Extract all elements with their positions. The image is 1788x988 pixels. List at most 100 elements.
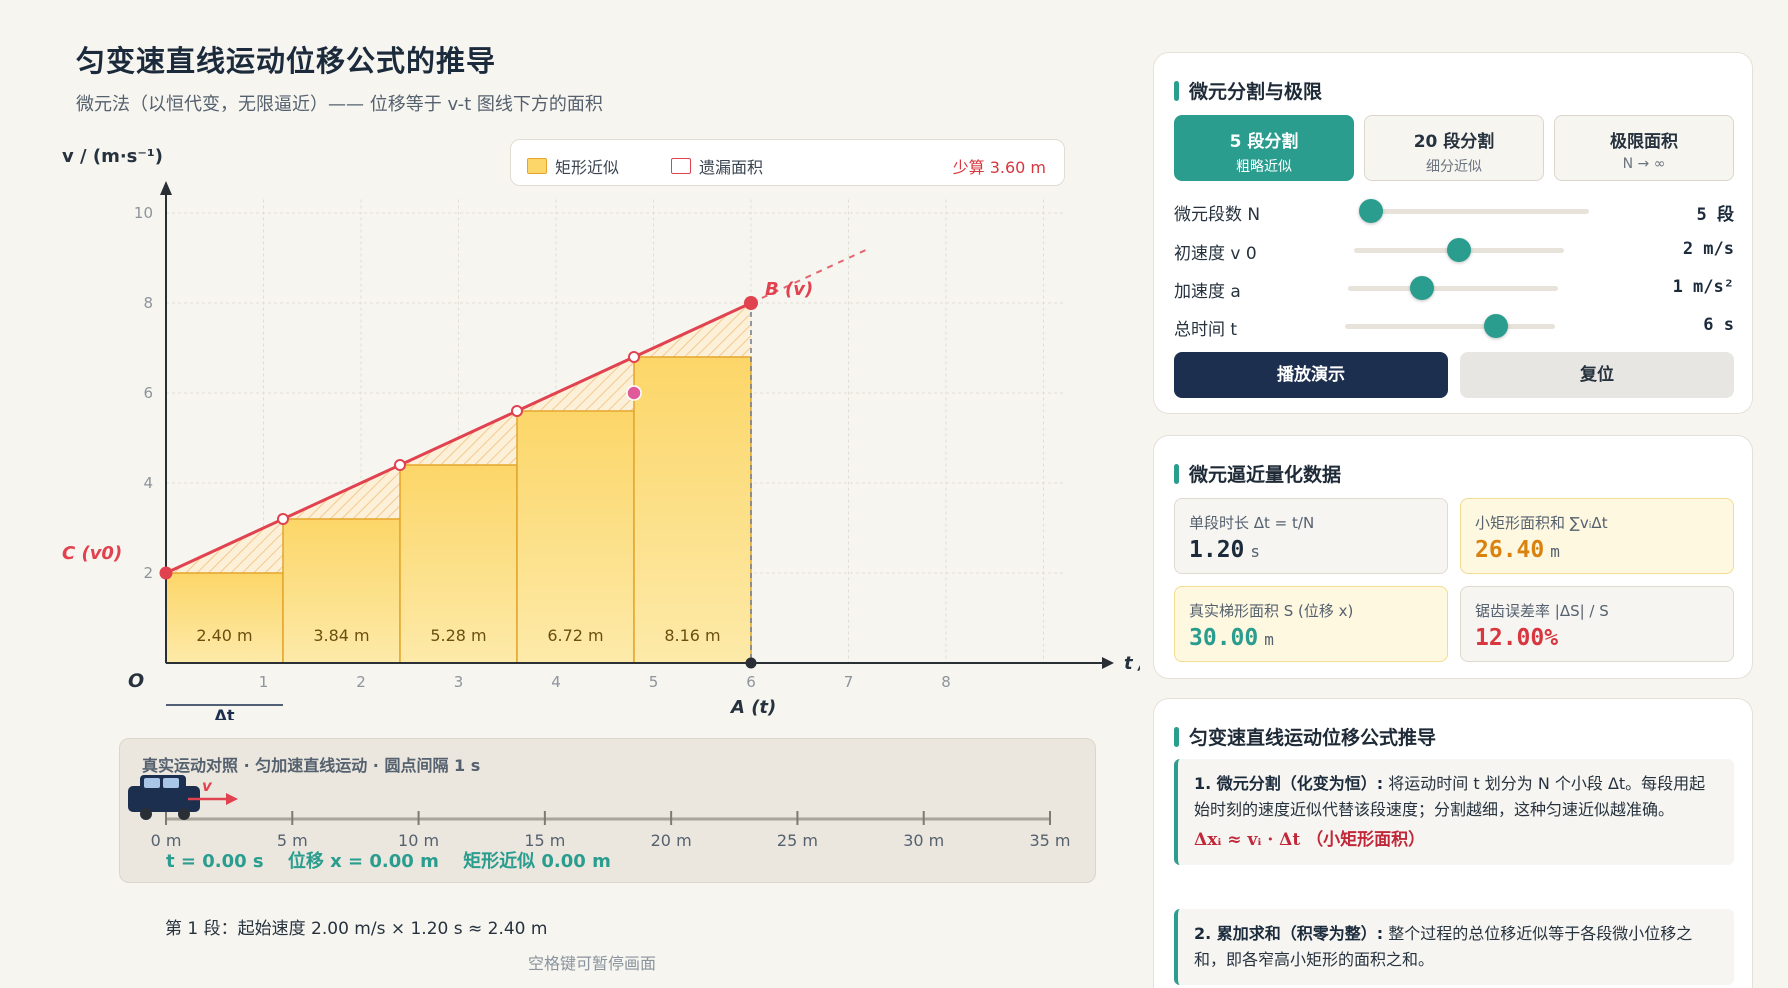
stat-dt-label: 单段时长 Δt = t/N [1189, 514, 1315, 532]
mode-button-limit-label: 极限面积 [1610, 132, 1678, 152]
mode-button-5[interactable]: 5 段分割 粗略近似 [1174, 115, 1354, 181]
controls-title-text: 微元分割与极限 [1189, 81, 1323, 103]
y-tick-label: 8 [143, 294, 153, 312]
line-sample-point [511, 405, 523, 417]
track-tick-label: 20 m [651, 831, 692, 850]
current-step-text: 第 1 段：起始速度 2.00 m/s × 1.20 s ≈ 2.40 m [165, 919, 548, 939]
rect-area-label: 8.16 m [664, 626, 720, 645]
track-stat-displacement: 位移 x = 0.00 m [287, 851, 439, 872]
title-accent-bar [1174, 463, 1179, 484]
stat-sum-value-wrap: 26.40 m [1475, 537, 1560, 563]
slider-t-label: 总时间 t [1174, 320, 1238, 340]
slider-row-a: 加速度 a 1 m/s² [1174, 273, 1734, 303]
derivation-card: 匀变速直线运动位移公式推导 1. 微元分割（化变为恒）: 将运动时间 t 划分为… [1153, 698, 1753, 988]
page-title: 匀变速直线运动位移公式的推导 [76, 44, 497, 78]
legend-item-missing: 遗漏面积 [671, 154, 763, 178]
point-a [745, 657, 757, 669]
controls-title: 微元分割与极限 [1174, 77, 1322, 104]
car-wheel [140, 808, 152, 820]
point-b [744, 296, 758, 310]
slider-row-n: 微元段数 N 5 段 [1174, 196, 1734, 226]
mode-button-20[interactable]: 20 段分割 细分近似 [1364, 115, 1544, 181]
stat-sum-label: 小矩形面积和 ∑vᵢΔt [1475, 514, 1608, 532]
page-subtitle: 微元法（以恒代变，无限逼近）—— 位移等于 v-t 图线下方的面积 [76, 94, 603, 115]
stat-true-area-value: 30.00 [1189, 625, 1259, 651]
slider-v0-knob[interactable] [1447, 238, 1471, 262]
dt-label: Δt [214, 706, 234, 720]
stat-sum-value: 26.40 [1475, 537, 1545, 563]
slider-t-value: 6 s [1703, 315, 1734, 335]
slider-a-track[interactable] [1348, 286, 1558, 291]
reset-button[interactable]: 复位 [1460, 352, 1734, 398]
car-wheel [178, 808, 190, 820]
derivation-step-2-head: 2. 累加求和（积零为整）: [1194, 924, 1384, 943]
mode-button-limit[interactable]: 极限面积 N → ∞ [1554, 115, 1734, 181]
y-tick-label: 10 [134, 204, 153, 222]
x-tick-label: 4 [551, 673, 561, 691]
stat-sum-unit: m [1550, 542, 1560, 561]
x-axis-arrow [1102, 657, 1114, 669]
point-c [159, 566, 173, 580]
mode-button-5-label: 5 段分割 [1229, 132, 1299, 152]
slider-v0-label: 初速度 v 0 [1174, 244, 1257, 264]
moving-point [626, 385, 642, 401]
origin-label: O [128, 670, 144, 692]
legend-missing-value: 少算 3.60 m [952, 158, 1046, 177]
track-tick-label: 35 m [1029, 831, 1070, 850]
rect-area-label: 5.28 m [430, 626, 486, 645]
derivation-title-text: 匀变速直线运动位移公式推导 [1189, 727, 1437, 749]
slider-a-knob[interactable] [1409, 276, 1434, 300]
slider-a-label: 加速度 a [1174, 282, 1241, 302]
approx-rect [165, 572, 284, 664]
stat-true-area-label: 真实梯形面积 S (位移 x) [1189, 602, 1354, 620]
velocity-label: v [202, 777, 213, 795]
mode-button-20-label: 20 段分割 [1413, 132, 1495, 152]
y-tick-label: 4 [143, 474, 153, 492]
slider-row-v0: 初速度 v 0 2 m/s [1174, 235, 1734, 265]
legend-label-rect: 矩形近似 [555, 158, 620, 177]
derivation-step-2: 2. 累加求和（积零为整）: 整个过程的总位移近似等于各段微小位移之和，即各窄高… [1174, 909, 1734, 985]
stat-dt: 单段时长 Δt = t/N 1.20 s [1174, 498, 1448, 574]
slider-t-knob[interactable] [1484, 314, 1509, 338]
slider-n-track[interactable] [1371, 209, 1589, 214]
stat-true-area: 真实梯形面积 S (位移 x) 30.00 m [1174, 586, 1448, 662]
stat-dt-unit: s [1250, 542, 1261, 561]
line-sample-point [277, 513, 289, 525]
x-tick-label: 3 [454, 673, 464, 691]
track-tick-label: 25 m [777, 831, 818, 850]
stat-error-label: 锯齿误差率 |ΔS| / S [1475, 602, 1609, 620]
mode-button-limit-sub: N → ∞ [1622, 156, 1666, 172]
stats-title-text: 微元逼近量化数据 [1189, 464, 1342, 486]
velocity-arrow-head [226, 793, 238, 805]
slider-n-label: 微元段数 N [1174, 205, 1261, 225]
legend-swatch-rect [527, 158, 547, 174]
car-window [163, 778, 179, 788]
stat-dt-value-wrap: 1.20 s [1189, 537, 1260, 563]
slider-t-track[interactable] [1345, 324, 1555, 329]
line-sample-point [628, 351, 640, 363]
car-window [144, 778, 160, 788]
stat-error: 锯齿误差率 |ΔS| / S 12.00% [1460, 586, 1734, 662]
x-tick-label: 2 [356, 673, 366, 691]
stat-dt-value: 1.20 [1189, 537, 1245, 563]
keyboard-hint: 空格键可暂停画面 [528, 954, 657, 973]
line-sample-point [394, 459, 406, 471]
y-tick-label: 2 [143, 564, 153, 582]
stat-error-value: 12.00% [1475, 625, 1559, 651]
derivation-title: 匀变速直线运动位移公式推导 [1174, 723, 1436, 750]
y-axis-arrow [160, 181, 172, 195]
vt-chart: 2.40 m 3.84 m 5.28 m 6.72 m 8.16 m 1 2 3 4 5 6 7 8 2… [62, 146, 1140, 720]
x-tick-label: 1 [259, 673, 269, 691]
controls-card: 微元分割与极限 5 段分割 粗略近似 20 段分割 细分近似 极限面积 N → … [1153, 52, 1753, 414]
chart-legend: 矩形近似 遗漏面积 少算 3.60 m [510, 139, 1065, 186]
stats-title: 微元逼近量化数据 [1174, 460, 1341, 487]
x-axis-label: t / s [1124, 653, 1140, 674]
slider-v0-value: 2 m/s [1682, 239, 1734, 259]
legend-label-missing: 遗漏面积 [699, 158, 764, 177]
point-a-label: A (t) [729, 697, 776, 718]
play-button[interactable]: 播放演示 [1174, 352, 1448, 398]
title-accent-bar [1174, 80, 1179, 101]
mode-button-20-sub: 细分近似 [1426, 159, 1482, 175]
track-tick-label: 30 m [903, 831, 944, 850]
slider-n-knob[interactable] [1359, 199, 1383, 223]
